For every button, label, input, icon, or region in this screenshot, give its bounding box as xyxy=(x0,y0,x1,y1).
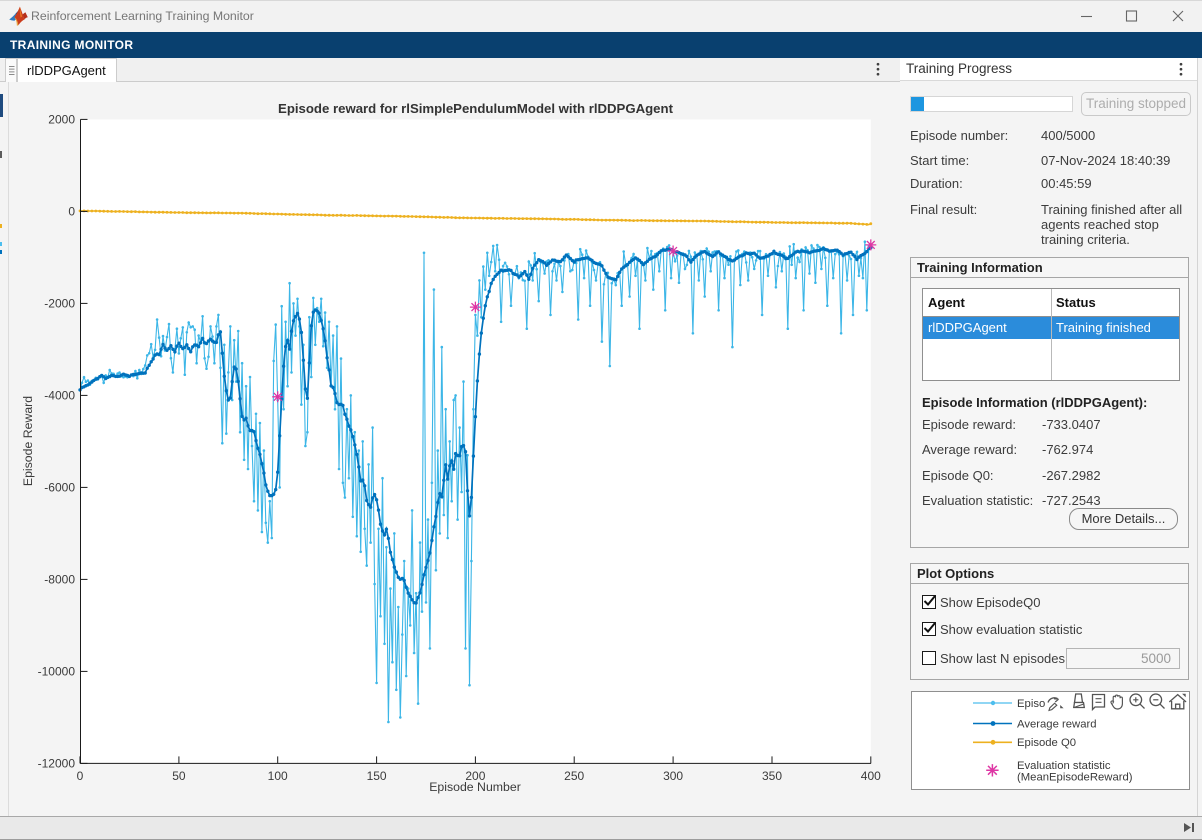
svg-text:0: 0 xyxy=(68,205,75,219)
svg-text:(MeanEpisodeReward): (MeanEpisodeReward) xyxy=(1017,772,1133,784)
svg-text:2000: 2000 xyxy=(48,113,75,127)
svg-text:-4000: -4000 xyxy=(44,389,75,403)
svg-text:400: 400 xyxy=(861,769,881,783)
svg-text:350: 350 xyxy=(762,769,782,783)
svg-text:Episode Reward: Episode Reward xyxy=(21,396,35,486)
svg-text:250: 250 xyxy=(564,769,584,783)
svg-text:Episode reward for rlSimplePen: Episode reward for rlSimplePendulumModel… xyxy=(278,101,674,116)
svg-text:Average reward: Average reward xyxy=(1017,718,1097,730)
svg-text:-2000: -2000 xyxy=(44,297,75,311)
svg-text:0: 0 xyxy=(77,769,84,783)
svg-text:-6000: -6000 xyxy=(44,481,75,495)
svg-text:100: 100 xyxy=(268,769,288,783)
svg-text:Episode Q0: Episode Q0 xyxy=(1017,737,1076,749)
svg-text:Evaluation statistic: Evaluation statistic xyxy=(1017,760,1111,772)
svg-text:Episode Number: Episode Number xyxy=(429,780,521,794)
svg-text:-8000: -8000 xyxy=(44,573,75,587)
svg-text:-12000: -12000 xyxy=(38,757,76,771)
svg-text:-10000: -10000 xyxy=(38,665,76,679)
svg-text:150: 150 xyxy=(367,769,387,783)
svg-text:300: 300 xyxy=(663,769,683,783)
svg-text:50: 50 xyxy=(172,769,186,783)
